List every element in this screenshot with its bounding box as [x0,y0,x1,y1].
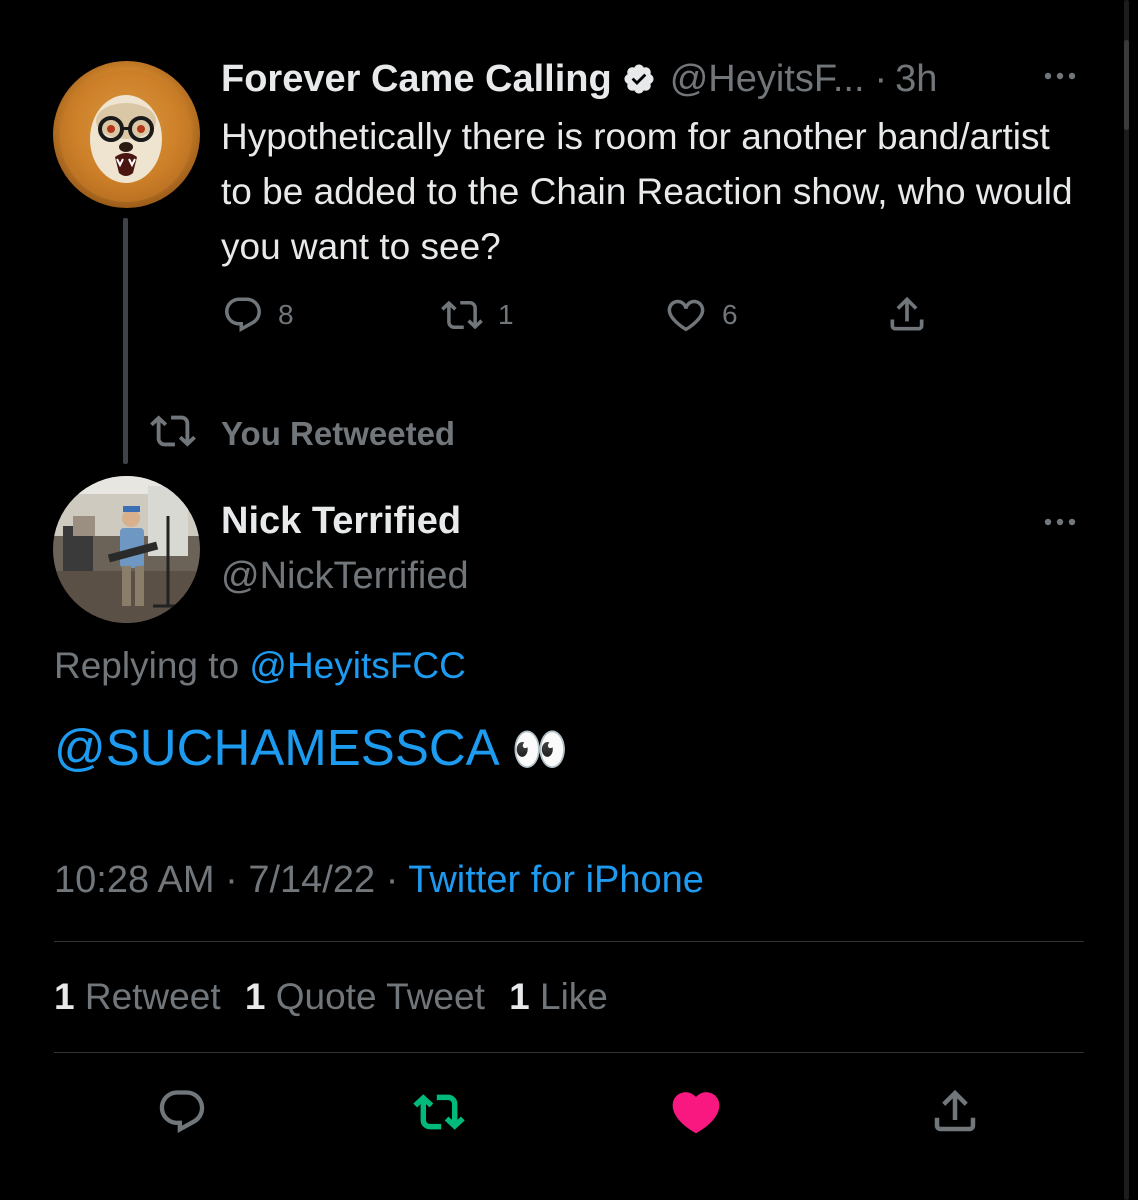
heart-icon [668,1092,724,1144]
replying-to-handle[interactable]: @HeyitsFCC [249,645,465,686]
tweet-stats: 1 Retweet 1 Quote Tweet 1 Like [54,976,608,1018]
share-button[interactable] [928,1084,982,1143]
time-ago[interactable]: 3h [895,58,937,101]
mention-link[interactable]: @SUCHAMESSCA [54,719,497,776]
retweet-context: You Retweeted [147,408,455,459]
reply-button[interactable] [156,1086,208,1143]
avatar-forever-came-calling[interactable] [53,61,200,208]
author-handle[interactable]: @NickTerrified [221,555,469,598]
tweet-source[interactable]: Twitter for iPhone [408,859,704,901]
like-action[interactable]: 6 [664,294,738,336]
scrollbar-thumb[interactable] [1124,40,1129,130]
more-icon[interactable] [1040,64,1080,93]
retweet-count: 1 [498,299,514,330]
parent-tweet-header: Forever Came Calling @HeyitsF... · 3h [221,56,937,102]
likes-label: Like [540,976,608,1017]
replying-to: Replying to @HeyitsFCC [54,645,466,687]
retweet-context-label[interactable]: You Retweeted [221,415,455,453]
avatar-nick-terrified[interactable] [53,476,200,623]
share-action[interactable] [885,292,929,336]
main-tweet-text: @SUCHAMESSCA 👀 [54,716,568,781]
reply-icon [156,1090,208,1142]
parent-tweet-text: Hypothetically there is room for another… [221,116,1073,267]
retweets-label: Retweet [84,976,221,1017]
divider [54,941,1084,942]
time-separator: · [225,859,238,901]
eyes-emoji: 👀 [511,723,569,775]
retweet-icon [147,408,199,459]
author-handle[interactable]: @HeyitsF... [670,58,865,101]
reply-icon [222,294,264,336]
retweet-icon [440,294,484,336]
likes-stat[interactable]: 1 Like [509,976,608,1017]
author-name[interactable]: Forever Came Calling [221,58,612,101]
quotes-label: Quote Tweet [275,976,485,1017]
retweet-action[interactable]: 1 [440,294,514,336]
source-separator: · [385,859,399,901]
thread-connector-line [123,218,128,464]
divider [54,1052,1084,1053]
author-name[interactable]: Nick Terrified [221,500,461,543]
replying-to-label: Replying to [54,645,240,686]
retweet-button[interactable] [410,1086,468,1143]
heart-icon [664,294,708,336]
tweet-timestamp: 10:28 AM · 7/14/22 · Twitter for iPhone [54,859,704,902]
reply-count: 8 [278,299,294,330]
tweet-date[interactable]: 7/14/22 [248,859,375,901]
tweet-time[interactable]: 10:28 AM [54,859,215,901]
share-icon [928,1089,982,1142]
scrollbar-track[interactable] [1124,0,1129,1200]
like-count: 6 [722,299,738,330]
time-separator: · [874,57,888,100]
quotes-count: 1 [244,976,266,1017]
verified-badge-icon [622,62,656,96]
retweet-icon [410,1094,468,1142]
retweets-stat[interactable]: 1 Retweet [54,976,221,1017]
likes-count: 1 [509,976,530,1017]
quotes-stat[interactable]: 1 Quote Tweet [245,976,485,1017]
reply-action[interactable]: 8 [222,294,294,336]
more-icon[interactable] [1040,510,1080,539]
share-icon [885,292,929,336]
like-button[interactable] [668,1084,724,1145]
retweets-count: 1 [54,976,75,1017]
